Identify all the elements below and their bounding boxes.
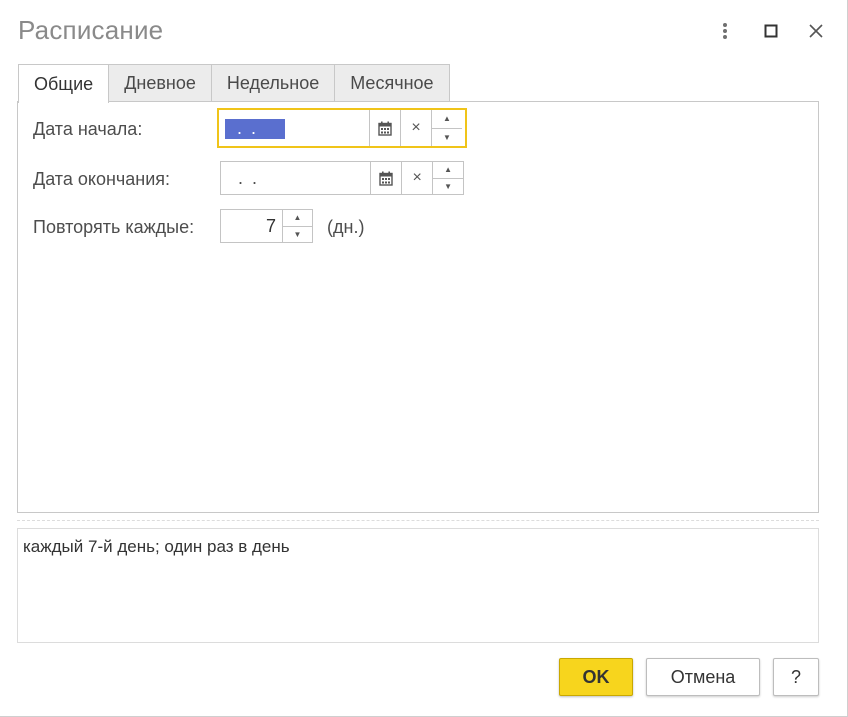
arrow-up-icon: ▲	[444, 165, 453, 175]
arrow-down-icon: ▼	[443, 132, 451, 142]
start-date-input[interactable]: . .	[219, 110, 369, 146]
schedule-dialog: Расписание Общие Дневное Недельное Месяч…	[0, 0, 848, 717]
start-date-calendar-button[interactable]	[369, 110, 400, 146]
help-button[interactable]: ?	[773, 658, 819, 696]
vertical-dots-icon	[723, 23, 727, 39]
end-date-label: Дата окончания:	[33, 169, 171, 189]
repeat-days-input[interactable]: 7	[221, 210, 282, 242]
tab-weekly[interactable]: Недельное	[210, 64, 336, 102]
maximize-button[interactable]	[757, 17, 785, 45]
dialog-title: Расписание	[18, 15, 164, 45]
start-date-clear-button[interactable]: ×	[400, 110, 431, 146]
separator	[17, 520, 819, 521]
end-date-input[interactable]: . .	[221, 162, 370, 194]
tab-daily[interactable]: Дневное	[108, 64, 212, 102]
clear-icon: ×	[411, 119, 421, 136]
more-options-button[interactable]	[711, 17, 739, 45]
end-date-spinner: ▲ ▼	[432, 162, 463, 194]
repeat-label: Повторять каждые:	[33, 217, 195, 237]
schedule-description: каждый 7-й день; один раз в день	[17, 528, 819, 643]
arrow-down-icon: ▼	[444, 181, 453, 191]
calendar-icon	[378, 121, 392, 136]
start-date-spinner: ▲ ▼	[431, 110, 462, 146]
repeat-days-spinner: ▲ ▼	[282, 210, 312, 242]
start-date-field[interactable]: . . × ▲ ▼	[217, 108, 467, 148]
end-date-calendar-button[interactable]	[370, 162, 401, 194]
ok-button[interactable]: OK	[559, 658, 633, 696]
tab-general[interactable]: Общие	[18, 64, 110, 103]
end-date-field[interactable]: . . × ▲ ▼	[220, 161, 464, 195]
close-button[interactable]	[802, 17, 830, 45]
maximize-icon	[764, 24, 778, 38]
end-date-clear-button[interactable]: ×	[401, 162, 432, 194]
start-date-down-button[interactable]: ▼	[432, 127, 462, 147]
clear-icon: ×	[412, 169, 422, 186]
calendar-icon	[379, 171, 394, 186]
repeat-days-up-button[interactable]: ▲	[283, 210, 312, 226]
repeat-unit-label: (дн.)	[327, 217, 365, 237]
arrow-up-icon: ▲	[293, 213, 302, 223]
repeat-days-field[interactable]: 7 ▲ ▼	[220, 209, 313, 243]
start-date-label: Дата начала:	[33, 119, 143, 139]
end-date-up-button[interactable]: ▲	[433, 162, 463, 178]
repeat-days-down-button[interactable]: ▼	[283, 225, 312, 243]
cancel-button[interactable]: Отмена	[646, 658, 760, 696]
end-date-down-button[interactable]: ▼	[433, 177, 463, 195]
arrow-up-icon: ▲	[443, 114, 451, 124]
close-icon	[809, 24, 823, 38]
tab-bar: Общие Дневное Недельное Месячное	[18, 64, 450, 103]
start-date-selection: . .	[225, 119, 285, 139]
tab-monthly[interactable]: Месячное	[334, 64, 450, 102]
arrow-down-icon: ▼	[293, 229, 302, 239]
start-date-up-button[interactable]: ▲	[432, 110, 462, 128]
